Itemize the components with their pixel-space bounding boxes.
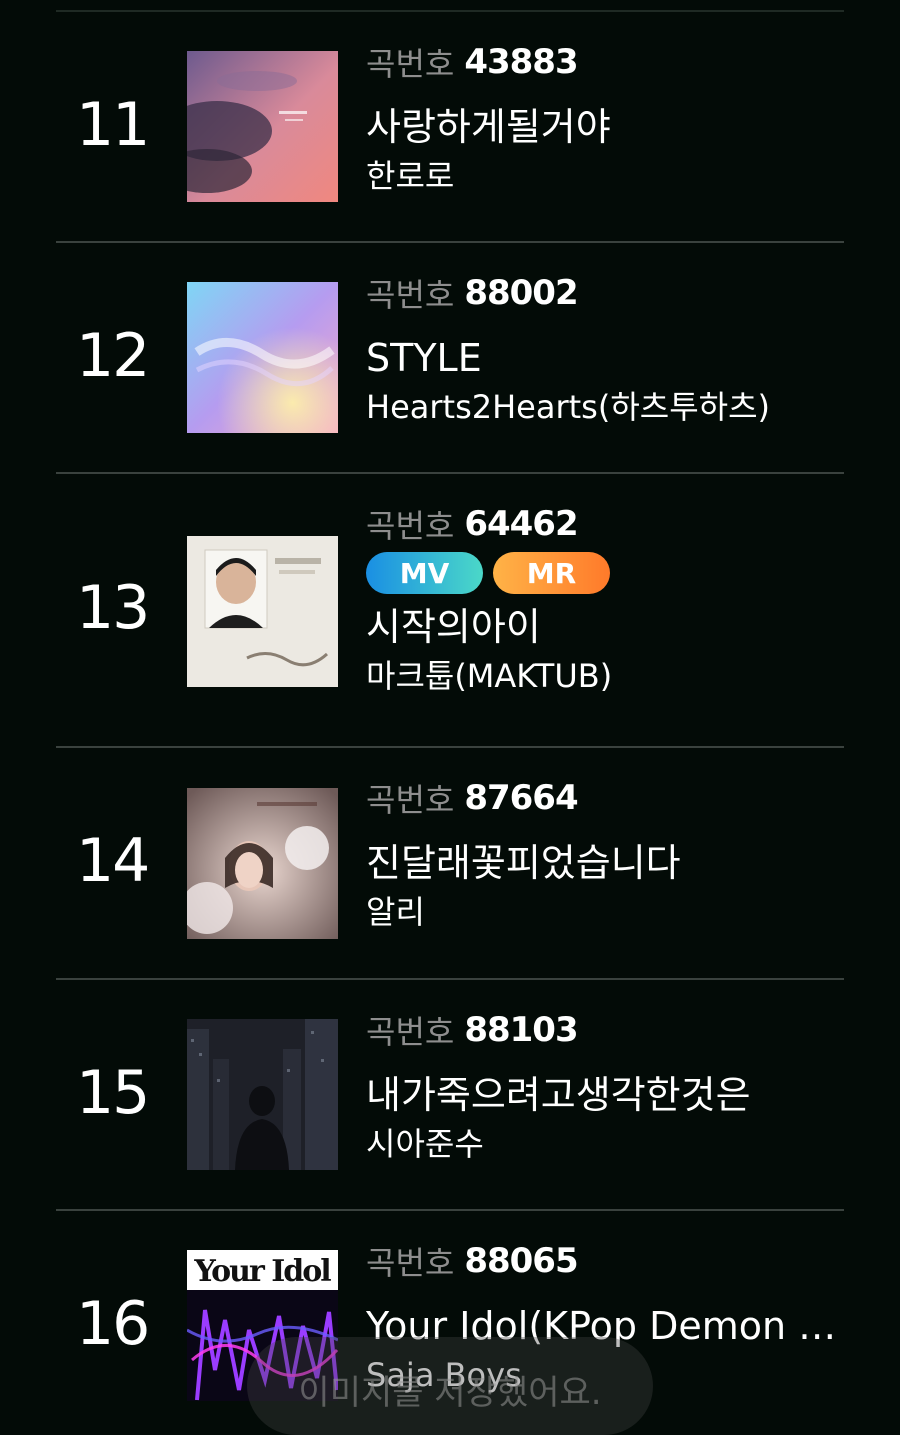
rank-number: 12	[76, 321, 150, 391]
song-artist: 마크툽(MAKTUB)	[366, 657, 613, 695]
song-number: 곡번호 88103	[366, 1008, 840, 1052]
song-row[interactable]: 14 곡번호 87664 진달래꽃피었습니다 알리	[0, 748, 900, 980]
album-cover[interactable]	[187, 788, 338, 939]
song-title: 사랑하게될거야	[366, 105, 611, 149]
song-row[interactable]: 13 곡번호 64462 MV MR 시작의아이 마크툽(MAKTUB)	[0, 474, 900, 748]
rank-number: 14	[76, 826, 150, 896]
song-number-value: 88002	[464, 273, 578, 313]
rank-number: 16	[76, 1289, 150, 1359]
song-artist: Hearts2Hearts(하츠투하츠)	[366, 388, 770, 426]
mr-badge[interactable]: MR	[493, 552, 610, 594]
song-number-label: 곡번호	[366, 1013, 455, 1051]
song-number-label: 곡번호	[366, 781, 455, 819]
song-number: 곡번호 64462	[366, 502, 840, 546]
album-cover[interactable]	[187, 536, 338, 687]
rank-number: 15	[76, 1058, 150, 1128]
song-title: 시작의아이	[366, 605, 541, 649]
album-cover[interactable]	[187, 51, 338, 202]
song-number-value: 88103	[464, 1010, 578, 1050]
song-title: 내가죽으려고생각한것은	[366, 1073, 751, 1117]
song-row[interactable]: 11 곡번호 43883 사랑하게될거야 한로로	[0, 12, 900, 243]
song-title: STYLE	[366, 336, 482, 380]
toast-text: 이미지를 저장했어요.	[298, 1372, 602, 1413]
song-number: 곡번호 87664	[366, 776, 840, 820]
song-number-label: 곡번호	[366, 507, 455, 545]
song-number-value: 88065	[464, 1241, 578, 1281]
song-number-label: 곡번호	[366, 276, 455, 314]
mv-badge[interactable]: MV	[366, 552, 483, 594]
song-number: 곡번호 88065	[366, 1239, 840, 1283]
cover-lettering: Your Idol	[193, 1254, 331, 1289]
song-number-label: 곡번호	[366, 45, 455, 83]
song-number: 곡번호 88002	[366, 271, 840, 315]
song-artist: 한로로	[366, 157, 455, 195]
album-cover[interactable]	[187, 282, 338, 433]
rank-number: 13	[76, 573, 150, 643]
song-number-label: 곡번호	[366, 1244, 455, 1282]
rank-number: 11	[76, 90, 150, 160]
song-artist: 시아준수	[366, 1125, 484, 1163]
song-number-value: 64462	[464, 504, 578, 544]
toast-message: 이미지를 저장했어요.	[247, 1337, 653, 1435]
song-number-value: 43883	[464, 42, 578, 82]
media-badges: MV MR	[366, 552, 840, 594]
album-cover[interactable]	[187, 1019, 338, 1170]
song-row[interactable]: 12 곡번호 88002 STYLE Hearts2Hearts(하츠투하츠)	[0, 243, 900, 474]
song-artist: 알리	[366, 893, 425, 931]
song-row[interactable]: 15 곡번호 88103 내가죽으려고생각한것은 시아준수	[0, 980, 900, 1211]
song-title: 진달래꽃피었습니다	[366, 841, 681, 885]
song-number: 곡번호 43883	[366, 40, 840, 84]
song-number-value: 87664	[464, 778, 578, 818]
